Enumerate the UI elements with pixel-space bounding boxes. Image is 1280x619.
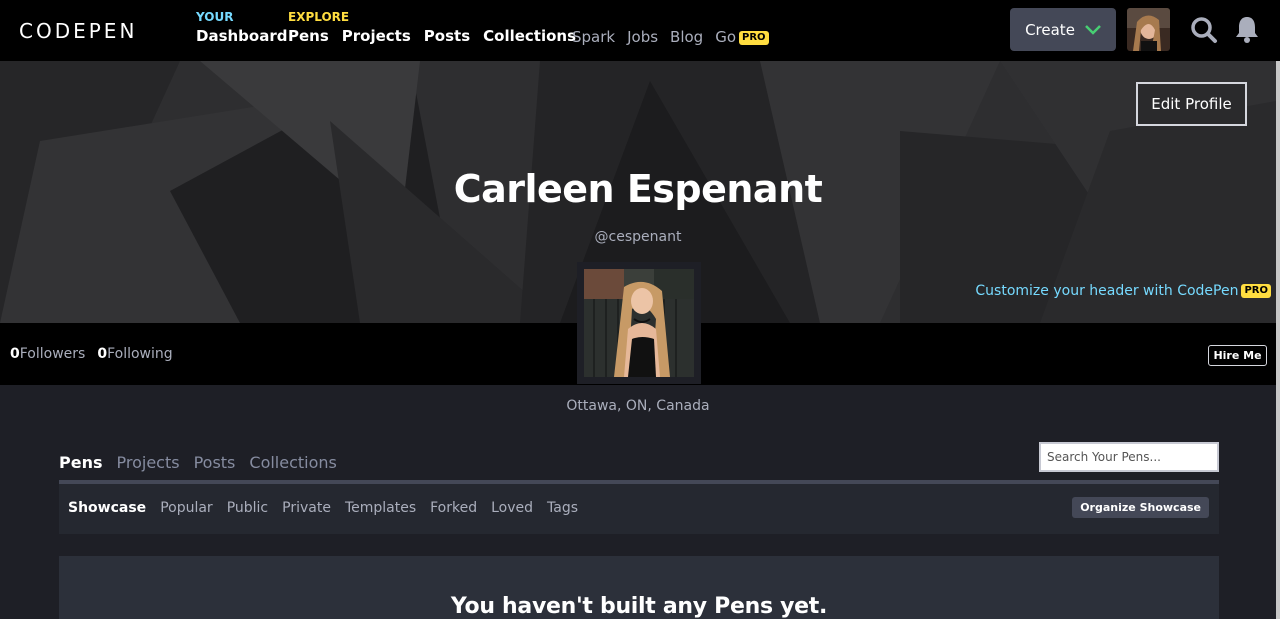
nav-collections[interactable]: Collections (483, 25, 576, 47)
hire-me-button[interactable]: Hire Me (1208, 345, 1267, 366)
subtab-forked[interactable]: Forked (430, 500, 477, 516)
nav-blog[interactable]: Blog (670, 27, 703, 47)
avatar-image (1127, 8, 1170, 51)
your-nav-group: YOUR Dashboard (196, 10, 287, 47)
subtab-public[interactable]: Public (227, 500, 268, 516)
bell-icon[interactable] (1234, 15, 1260, 43)
profile-avatar-image (584, 269, 694, 377)
user-avatar[interactable] (1127, 8, 1170, 51)
pens-subtabs-bar: Showcase Popular Public Private Template… (59, 484, 1219, 534)
create-button[interactable]: Create (1010, 8, 1116, 51)
subtab-templates[interactable]: Templates (345, 500, 416, 516)
pens-subtabs: Showcase Popular Public Private Template… (68, 500, 578, 516)
pro-badge: PRO (739, 30, 769, 45)
profile-tabs: Pens Projects Posts Collections (59, 453, 337, 472)
nav-pens[interactable]: Pens (288, 25, 329, 47)
search-pens-input[interactable] (1039, 442, 1219, 472)
profile-avatar (577, 262, 701, 384)
followers-count: 0 (10, 346, 20, 362)
subtab-showcase[interactable]: Showcase (68, 500, 146, 516)
edit-profile-button[interactable]: Edit Profile (1136, 82, 1247, 126)
nav-go-label: Go (715, 28, 737, 46)
tab-collections[interactable]: Collections (249, 453, 336, 472)
following-link[interactable]: 0Following (97, 346, 172, 362)
profile-name: Carleen Espenant (453, 167, 823, 211)
explore-label: EXPLORE (288, 10, 350, 24)
customize-text: Customize your header with CodePen (975, 283, 1239, 299)
nav-spark[interactable]: Spark (572, 27, 615, 47)
subtab-tags[interactable]: Tags (547, 500, 578, 516)
subtab-private[interactable]: Private (282, 500, 331, 516)
followers-label: Followers (19, 346, 86, 362)
following-count: 0 (97, 346, 108, 362)
chevron-down-icon (1085, 24, 1101, 35)
nav-projects[interactable]: Projects (342, 25, 411, 47)
tab-pens[interactable]: Pens (59, 453, 103, 472)
your-label: YOUR (196, 10, 234, 24)
profile-location: Ottawa, ON, Canada (566, 398, 710, 414)
secondary-nav: Spark Jobs Blog Go PRO (572, 27, 769, 47)
followers-link[interactable]: 0Followers (10, 346, 85, 362)
organize-showcase-button[interactable]: Organize Showcase (1072, 497, 1209, 518)
codepen-logo[interactable]: CODEPEN (19, 19, 153, 43)
subtab-loved[interactable]: Loved (491, 500, 533, 516)
follow-stats: 0Followers 0Following (10, 346, 173, 362)
profile-handle: @cespenant (594, 229, 682, 245)
nav-dashboard[interactable]: Dashboard (196, 25, 287, 47)
empty-pens-title: You haven't built any Pens yet. (450, 594, 828, 619)
following-label: Following (107, 346, 173, 362)
nav-go-pro[interactable]: Go PRO (715, 27, 769, 47)
customize-header-link[interactable]: Customize your header with CodePen PRO (975, 283, 1271, 299)
explore-nav-group: EXPLORE Pens Projects Posts Collections (288, 10, 576, 47)
logo-text: CODEPEN (19, 19, 137, 43)
empty-pens-panel: You haven't built any Pens yet. (59, 556, 1219, 619)
codepen-logo-icon: CODEPEN (19, 19, 137, 43)
search-icon[interactable] (1190, 16, 1218, 44)
nav-posts[interactable]: Posts (424, 25, 470, 47)
nav-jobs[interactable]: Jobs (627, 27, 658, 47)
customize-pro-badge: PRO (1241, 284, 1271, 298)
tab-projects[interactable]: Projects (117, 453, 180, 472)
subtab-popular[interactable]: Popular (160, 500, 213, 516)
top-navigation-bar: CODEPEN YOUR Dashboard EXPLORE Pens Proj… (0, 0, 1280, 61)
page-scrollbar[interactable] (1276, 61, 1280, 619)
create-label: Create (1025, 20, 1075, 39)
tab-posts[interactable]: Posts (194, 453, 236, 472)
